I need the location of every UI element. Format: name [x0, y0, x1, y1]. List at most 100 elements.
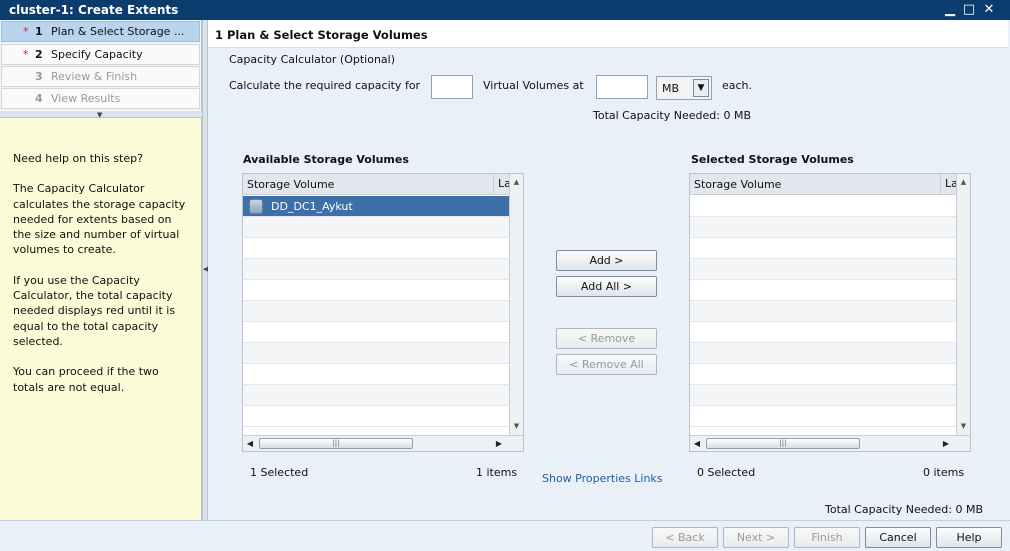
add-all-button[interactable]: Add All > [556, 276, 657, 297]
required-star: * [23, 25, 29, 38]
scroll-down-icon[interactable]: ▼ [957, 420, 970, 433]
nav-splitter[interactable]: ▼ [0, 111, 202, 119]
show-properties-link[interactable]: Show Properties Links [542, 472, 663, 485]
table-row [690, 343, 956, 364]
available-items-count: 1 items [476, 466, 518, 479]
calculator-label: Calculate the required capacity for [229, 79, 421, 92]
step-number: 1 [35, 25, 43, 38]
step-number: 2 [35, 48, 43, 61]
scroll-up-icon[interactable]: ▲ [510, 176, 523, 189]
table-row [243, 322, 509, 343]
table-row [690, 322, 956, 343]
scroll-up-icon[interactable]: ▲ [957, 176, 970, 189]
help-button[interactable]: Help [936, 527, 1002, 548]
back-button[interactable]: < Back [652, 527, 718, 548]
table-row [243, 217, 509, 238]
scroll-right-icon[interactable]: ▶ [940, 437, 952, 450]
column-storage-volume[interactable]: Storage Volume [247, 178, 334, 191]
volume-count-input[interactable] [431, 75, 473, 99]
chevron-down-icon[interactable]: ▼ [693, 79, 709, 97]
table-row [690, 259, 956, 280]
available-volumes-table: Storage Volume La DD_DC1_Aykut ▲ ▼ ◀ |||… [242, 173, 524, 452]
remove-button[interactable]: < Remove [556, 328, 657, 349]
table-row [243, 280, 509, 301]
table-row [690, 301, 956, 322]
step-number: 3 [35, 70, 43, 83]
finish-button[interactable]: Finish [794, 527, 860, 548]
table-row[interactable]: DD_DC1_Aykut [243, 196, 509, 217]
available-volumes-title: Available Storage Volumes [243, 153, 409, 166]
table-row [243, 238, 509, 259]
table-row [243, 364, 509, 385]
table-row [243, 406, 509, 427]
table-row [243, 259, 509, 280]
table-row [690, 385, 956, 406]
step-label: View Results [51, 92, 121, 105]
help-text: The Capacity Calculator calculates the s… [13, 182, 186, 257]
step-label: Review & Finish [51, 70, 138, 83]
table-row [690, 196, 956, 217]
table-row [690, 217, 956, 238]
close-button[interactable]: ✕ [981, 2, 997, 18]
scroll-thumb[interactable]: ||| [706, 438, 860, 449]
vertical-scrollbar[interactable]: ▲ ▼ [509, 174, 523, 436]
page-title: 1 Plan & Select Storage Volumes [215, 28, 428, 42]
table-row [690, 280, 956, 301]
step-specify-capacity[interactable]: * 2 Specify Capacity [1, 44, 200, 65]
scroll-thumb[interactable]: ||| [259, 438, 413, 449]
table-row [243, 385, 509, 406]
scroll-left-icon[interactable]: ◀ [244, 437, 256, 450]
total-capacity-top: Total Capacity Needed: 0 MB [593, 109, 751, 122]
table-header: Storage Volume La [690, 174, 958, 195]
cancel-button[interactable]: Cancel [865, 527, 931, 548]
selected-volumes-title: Selected Storage Volumes [691, 153, 854, 166]
minimize-button[interactable]: ▁ [942, 2, 958, 18]
column-storage-volume[interactable]: Storage Volume [694, 178, 781, 191]
database-icon [249, 199, 263, 214]
table-row [690, 406, 956, 427]
page-header: 1 Plan & Select Storage Volumes [208, 20, 1008, 48]
step-plan-select[interactable]: * 1 Plan & Select Storage ... [1, 21, 200, 42]
step-label: Specify Capacity [51, 48, 143, 61]
required-star: * [23, 48, 29, 61]
table-row [690, 364, 956, 385]
maximize-button[interactable]: □ [961, 2, 977, 18]
wizard-steps: * 1 Plan & Select Storage ... * 2 Specif… [0, 20, 202, 118]
remove-all-button[interactable]: < Remove All [556, 354, 657, 375]
horizontal-scrollbar[interactable]: ◀ ||| ▶ [243, 435, 523, 451]
unit-value: MB [662, 82, 680, 95]
table-body [690, 196, 956, 427]
horizontal-scrollbar[interactable]: ◀ ||| ▶ [690, 435, 970, 451]
help-pane: Need help on this step? The Capacity Cal… [0, 118, 202, 520]
total-capacity-bottom: Total Capacity Needed: 0 MB [825, 503, 983, 516]
window-title: cluster-1: Create Extents [9, 3, 179, 17]
help-text: You can proceed if the two totals are no… [13, 365, 159, 394]
available-selected-count: 1 Selected [250, 466, 309, 479]
main-panel: 1 Plan & Select Storage Volumes Capacity… [208, 20, 1008, 520]
selected-volumes-table: Storage Volume La ▲ ▼ ◀ ||| ▶ [689, 173, 971, 452]
scroll-left-icon[interactable]: ◀ [691, 437, 703, 450]
selected-items-count: 0 items [923, 466, 965, 479]
volume-size-input[interactable] [596, 75, 648, 99]
table-body: DD_DC1_Aykut [243, 196, 509, 427]
calculator-label: Virtual Volumes at [483, 79, 584, 92]
help-heading: Need help on this step? [13, 152, 143, 165]
row-storage-volume: DD_DC1_Aykut [271, 200, 353, 213]
calculator-label: each. [722, 79, 753, 92]
step-label: Plan & Select Storage ... [51, 25, 185, 38]
step-view-results: 4 View Results [1, 88, 200, 109]
help-text: If you use the Capacity Calculator, the … [13, 273, 176, 348]
step-review-finish: 3 Review & Finish [1, 66, 200, 87]
unit-select[interactable]: MB ▼ [656, 76, 712, 100]
scroll-right-icon[interactable]: ▶ [493, 437, 505, 450]
next-button[interactable]: Next > [723, 527, 789, 548]
table-row [243, 343, 509, 364]
wizard-footer: < Back Next > Finish Cancel Help [0, 520, 1010, 551]
table-header: Storage Volume La [243, 174, 511, 195]
table-row [690, 238, 956, 259]
window-titlebar: cluster-1: Create Extents ▁ □ ✕ [0, 0, 1010, 20]
scroll-down-icon[interactable]: ▼ [510, 420, 523, 433]
selected-selected-count: 0 Selected [697, 466, 756, 479]
vertical-scrollbar[interactable]: ▲ ▼ [956, 174, 970, 436]
add-button[interactable]: Add > [556, 250, 657, 271]
